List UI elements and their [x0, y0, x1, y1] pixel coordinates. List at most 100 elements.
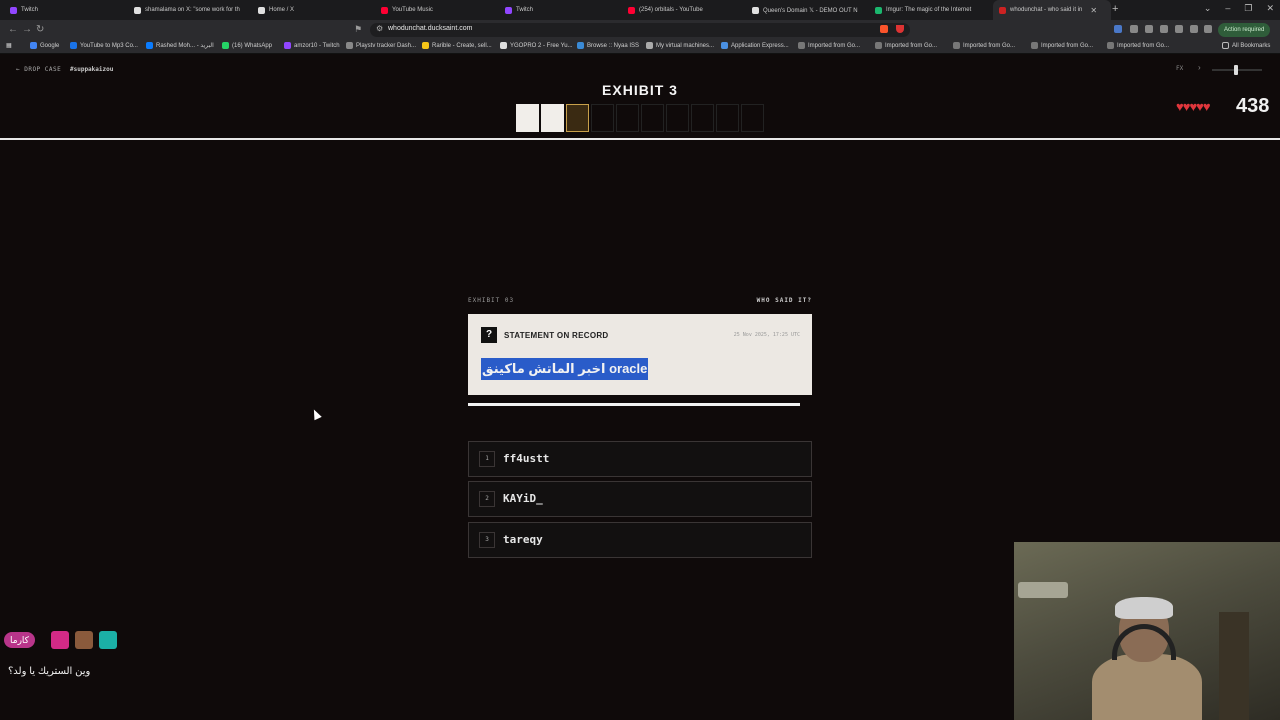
tab-title: (254) orbitals - YouTube [639, 7, 703, 13]
browser-tab[interactable]: shamalama on X: "some work for th [128, 0, 246, 20]
tab-title: whodunchat - who said it in [1010, 7, 1083, 13]
bot-emote-icon [99, 631, 117, 649]
bookmark-label: My virtual machines... [656, 42, 715, 49]
bookmark-item[interactable]: Rashed Moh... - البريد [146, 42, 214, 49]
brave-shield-icon[interactable] [880, 25, 888, 33]
browser-tab[interactable]: Twitch [4, 0, 122, 20]
progress-box [641, 104, 664, 132]
close-window-icon[interactable]: ✕ [1266, 3, 1274, 14]
option-name: tareqy [503, 533, 543, 546]
site-info-icon[interactable]: ⚙ [376, 24, 383, 33]
wallet-icon[interactable] [1175, 25, 1183, 33]
bookmark-item[interactable]: (16) WhatsApp [222, 42, 272, 49]
bookmark-favicon-icon [1107, 42, 1114, 49]
tab-favicon-icon [752, 6, 759, 14]
bookmark-label: Imported from Go... [885, 42, 938, 49]
statement-label: STATEMENT ON RECORD [504, 331, 609, 340]
tab-favicon-icon [381, 6, 388, 14]
bookmark-favicon-icon [222, 42, 229, 49]
answer-option[interactable]: 3 tareqy [468, 522, 812, 558]
bookmark-item[interactable]: Imported from Go... [1107, 42, 1169, 49]
door [1219, 612, 1249, 720]
forward-icon[interactable]: → [22, 24, 32, 35]
sidebar-icon[interactable] [1160, 25, 1168, 33]
browser-tab[interactable]: Twitch [499, 0, 617, 20]
extension-icon[interactable] [1190, 25, 1198, 33]
air-conditioner [1018, 582, 1068, 598]
tab-title: shamalama on X: "some work for th [145, 7, 240, 13]
bookmark-item[interactable]: Imported from Go... [875, 42, 937, 49]
url-text: whodunchat.ducksaint.com [388, 25, 473, 32]
browser-tab[interactable]: whodunchat - who said it in ✕ [993, 0, 1111, 20]
browser-tab[interactable]: Imgur: The magic of the Internet [869, 0, 987, 20]
browser-tab[interactable]: Queen's Domain 𝕏 - DEMO OUT N [746, 0, 864, 20]
close-tab-icon[interactable]: ✕ [1090, 6, 1097, 15]
browser-tab[interactable]: Home / X [252, 0, 370, 20]
bookmarks-bar: ▦ Google YouTube to Mp3 Co... Rashed Moh..… [0, 40, 1280, 54]
game-header: ← DROP CASE #suppakaizou EXHIBIT 3 FX › … [0, 55, 1280, 140]
tab-search-icon[interactable]: ⌄ [1204, 3, 1212, 14]
bookmark-favicon-icon [422, 42, 429, 49]
bookmark-star-icon[interactable]: ⚑ [354, 24, 362, 35]
bookmark-item[interactable]: Rarible - Create, sell... [422, 42, 492, 49]
navigation-bar: ← → ↻ ⚑ ⚙ whodunchat.ducksaint.com Actio… [0, 20, 1280, 40]
restore-icon[interactable]: ❐ [1244, 3, 1252, 14]
browser-tab[interactable]: YouTube Music [375, 0, 493, 20]
bookmark-label: (16) WhatsApp [232, 42, 273, 49]
extension-icon[interactable] [1114, 25, 1122, 33]
volume-slider-knob[interactable] [1234, 65, 1238, 75]
exhibit-progress [516, 104, 764, 132]
bookmark-item[interactable]: YGOPRO 2 - Free Yu... [500, 42, 573, 49]
option-name: ff4ustt [503, 452, 550, 465]
bookmark-item[interactable]: Browse :: Nyaa ISS [577, 42, 639, 49]
bookmark-item[interactable]: My virtual machines... [646, 42, 714, 49]
bookmark-label: Playstv tracker Dash... [356, 42, 417, 49]
bookmark-item[interactable]: YouTube to Mp3 Co... [70, 42, 138, 49]
reload-icon[interactable]: ↻ [36, 24, 44, 35]
progress-box [691, 104, 714, 132]
bookmark-item[interactable]: Imported from Go... [1031, 42, 1093, 49]
progress-box [616, 104, 639, 132]
bookmark-label: Imported from Go... [1041, 42, 1094, 49]
bookmark-item[interactable]: amzor10 - Twitch [284, 42, 340, 49]
statement-card: ? STATEMENT ON RECORD 25 Nov 2025, 17:25… [468, 314, 812, 395]
tab-title: Twitch [21, 7, 39, 13]
bookmark-label: Application Express... [731, 42, 789, 49]
bookmark-item[interactable]: Imported from Go... [798, 42, 860, 49]
drop-case-link[interactable]: ← DROP CASE [16, 66, 61, 73]
tab-favicon-icon [258, 6, 265, 14]
address-bar[interactable]: ⚙ whodunchat.ducksaint.com [370, 23, 910, 37]
bookmark-label: Imported from Go... [1117, 42, 1170, 49]
chevron-right-icon[interactable]: › [1198, 63, 1201, 72]
answer-option[interactable]: 2 KAYiD_ [468, 481, 812, 517]
bookmark-label: YGOPRO 2 - Free Yu... [510, 42, 573, 49]
bookmark-item[interactable]: Imported from Go... [953, 42, 1015, 49]
back-icon[interactable]: ← [8, 24, 18, 35]
progress-box [666, 104, 689, 132]
progress-box [516, 104, 539, 132]
heart-emote-icon [51, 631, 69, 649]
rewards-icon[interactable] [896, 25, 904, 33]
bookmark-item[interactable]: Google [30, 42, 59, 49]
bookmark-item[interactable]: Playstv tracker Dash... [346, 42, 416, 49]
bookmark-item[interactable]: Application Express... [721, 42, 789, 49]
bookmark-favicon-icon [70, 42, 77, 49]
browser-tab[interactable]: (254) orbitals - YouTube [622, 0, 740, 20]
tab-favicon-icon [628, 6, 635, 14]
bookmark-favicon-icon [875, 42, 882, 49]
option-number: 2 [479, 491, 495, 507]
volume-slider[interactable] [1212, 65, 1262, 75]
progress-box [566, 104, 589, 132]
answer-option[interactable]: 1 ff4ustt [468, 441, 812, 477]
extension-icon[interactable] [1145, 25, 1153, 33]
extension-icon[interactable] [1130, 25, 1138, 33]
minimize-icon[interactable]: – [1225, 3, 1230, 14]
action-required-badge[interactable]: Action required [1218, 23, 1271, 37]
bookmark-label: Google [40, 42, 60, 49]
chat-message: وين الستريك يا ولد؟ [8, 666, 91, 677]
bookmark-favicon-icon [346, 42, 353, 49]
all-bookmarks-button[interactable]: All Bookmarks [1222, 42, 1270, 49]
apps-icon[interactable]: ▦ [6, 42, 12, 49]
new-tab-button[interactable]: + [1112, 3, 1118, 15]
profile-icon[interactable] [1204, 25, 1212, 33]
